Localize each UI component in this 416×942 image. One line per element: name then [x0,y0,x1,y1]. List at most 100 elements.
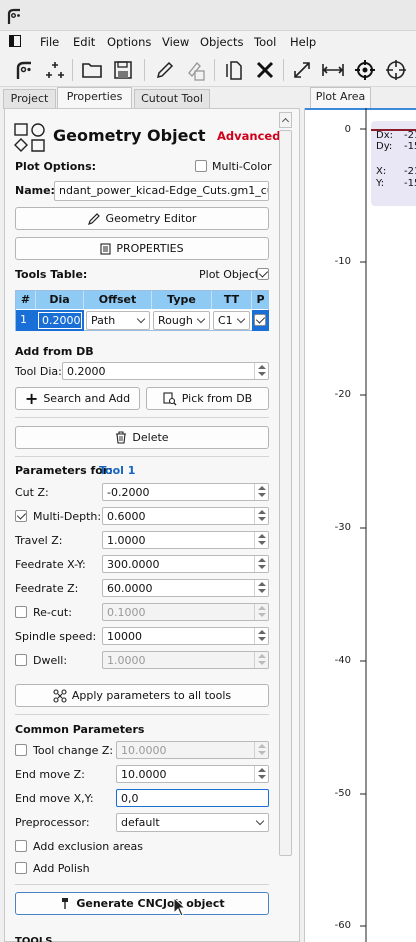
tool-dia-input[interactable]: 0.2000 [62,362,269,380]
col-tt: TT [212,291,252,309]
plot-object-label: Plot Object [199,268,260,281]
name-input[interactable]: ndant_power_kicad-Edge_Cuts.gm1_cutout [54,181,269,201]
coordinate-readout: Dx: -21 Dy: -15 X: -21 Y: -15 [371,121,416,206]
new-project-icon[interactable] [12,58,36,82]
generate-cncjob-button[interactable]: Generate CNCJob object [15,892,269,915]
type-select[interactable]: Rough [153,311,210,330]
scroll-up-icon[interactable] [279,112,292,128]
app-logo-icon [7,8,20,24]
tab-properties[interactable]: Properties [57,87,132,109]
multi-depth-input[interactable]: 0.6000 [102,507,269,525]
col-p: P [252,291,269,309]
cell-num[interactable]: 1 [16,310,36,331]
dwell-input[interactable]: 1.0000 [102,651,269,669]
delete-label: Delete [132,431,169,444]
cell-dia[interactable]: 0.2000 [36,310,84,331]
expand-icon[interactable] [290,58,314,82]
preprocessor-select[interactable]: default [116,813,269,832]
recut-checkbox[interactable] [15,606,27,618]
properties-panel: Geometry Object Advanced Plot Options: M… [4,108,300,942]
dy-value: -15 [404,141,416,152]
plot-object-checkbox[interactable] [257,268,269,280]
feedrate-xy-input[interactable]: 300.0000 [102,555,269,573]
menu-help[interactable]: Help [290,35,316,49]
pick-from-db-button[interactable]: Pick from DB [146,387,269,410]
page-title: Geometry Object [53,126,206,145]
multi-depth-checkbox[interactable] [15,510,27,522]
spindle-speed-input[interactable]: 10000 [102,627,269,645]
delete-button[interactable]: Delete [15,426,269,449]
feedrate-z-label: Feedrate Z: [15,582,79,595]
end-move-xy-input[interactable]: 0,0 [116,789,269,807]
mouse-cursor-icon [173,897,187,917]
dx-value: -21 [404,130,416,141]
sidebar-toggle-icon[interactable] [9,35,21,47]
save-edit-icon[interactable] [184,58,208,82]
tab-plot-area[interactable]: Plot Area [310,87,371,109]
tools-table: # Dia Offset Type TT P 1 0.2000 Path Rou… [15,290,269,331]
properties-doc-icon [100,242,111,255]
menu-objects[interactable]: Objects [200,35,243,49]
delete-x-icon[interactable] [253,58,277,82]
tool-change-z-input[interactable]: 10.0000 [116,741,269,759]
travel-z-input[interactable]: 1.0000 [102,531,269,549]
save-icon[interactable] [111,58,135,82]
recut-label: Re-cut: [33,606,72,619]
plot-axes [360,108,367,942]
y-label: Y: [376,178,385,189]
target-icon[interactable] [353,58,377,82]
dwell-label: Dwell: [33,654,68,667]
grid-snap-icon[interactable] [43,58,67,82]
multi-depth-label: Multi-Depth: [33,510,102,523]
offset-select[interactable]: Path [86,311,150,330]
multicolor-checkbox[interactable] [195,160,207,172]
copy-icon[interactable] [222,58,246,82]
exclusion-areas-checkbox[interactable] [15,840,27,852]
tab-project[interactable]: Project [3,89,56,109]
scroll-thumb[interactable] [279,130,292,856]
apply-all-button[interactable]: Apply parameters to all tools [15,684,269,707]
tt-select[interactable]: C1 [213,311,250,330]
trash-icon [116,431,127,444]
add-polish-checkbox[interactable] [15,862,27,874]
panel-scrollbar[interactable] [277,110,294,856]
menu-options[interactable]: Options [107,35,151,49]
pencil-icon [87,213,100,225]
col-offset: Offset [84,291,152,309]
cnc-drill-icon [62,898,69,909]
geometry-shapes-icon [14,123,45,152]
common-params-label: Common Parameters [15,723,145,736]
search-and-add-button[interactable]: + Search and Add [15,387,140,410]
crosshair-icon[interactable] [384,58,408,82]
recut-input[interactable]: 0.1000 [102,603,269,621]
dwell-checkbox[interactable] [15,654,27,666]
plot-tool-checkbox[interactable] [254,314,266,326]
properties-button[interactable]: PROPERTIES [15,237,269,260]
edit-pencil-icon[interactable] [153,58,177,82]
end-move-z-input[interactable]: 10.0000 [116,765,269,783]
menu-file[interactable]: File [40,35,59,49]
params-label: Parameters for: [15,464,113,477]
geometry-editor-label: Geometry Editor [105,212,197,225]
name-label: Name: [15,184,55,197]
tab-cutout-tool[interactable]: Cutout Tool [134,89,210,109]
tool-change-z-checkbox[interactable] [15,744,27,756]
dx-label: Dx: [376,130,393,141]
cut-z-input[interactable]: -0.2000 [102,483,269,501]
search-and-add-label: Search and Add [43,392,131,405]
menu-tool[interactable]: Tool [254,35,276,49]
menu-edit[interactable]: Edit [73,35,95,49]
end-move-xy-label: End move X,Y: [15,792,94,805]
spindle-speed-label: Spindle speed: [15,630,97,643]
menu-view[interactable]: View [162,35,189,49]
geometry-editor-button[interactable]: Geometry Editor [15,207,269,230]
add-from-db-label: Add from DB [15,345,94,358]
advanced-label[interactable]: Advanced [217,129,280,143]
properties-button-label: PROPERTIES [116,242,184,255]
multicolor-label: Multi-Color [212,160,272,173]
plot-area[interactable]: 0 -10 -20 -30 -40 -50 -60 Dx: -21 Dy: -1… [304,108,416,942]
distance-icon[interactable] [321,58,345,82]
database-search-icon [163,391,177,405]
feedrate-z-input[interactable]: 60.0000 [102,579,269,597]
open-folder-icon[interactable] [80,58,104,82]
